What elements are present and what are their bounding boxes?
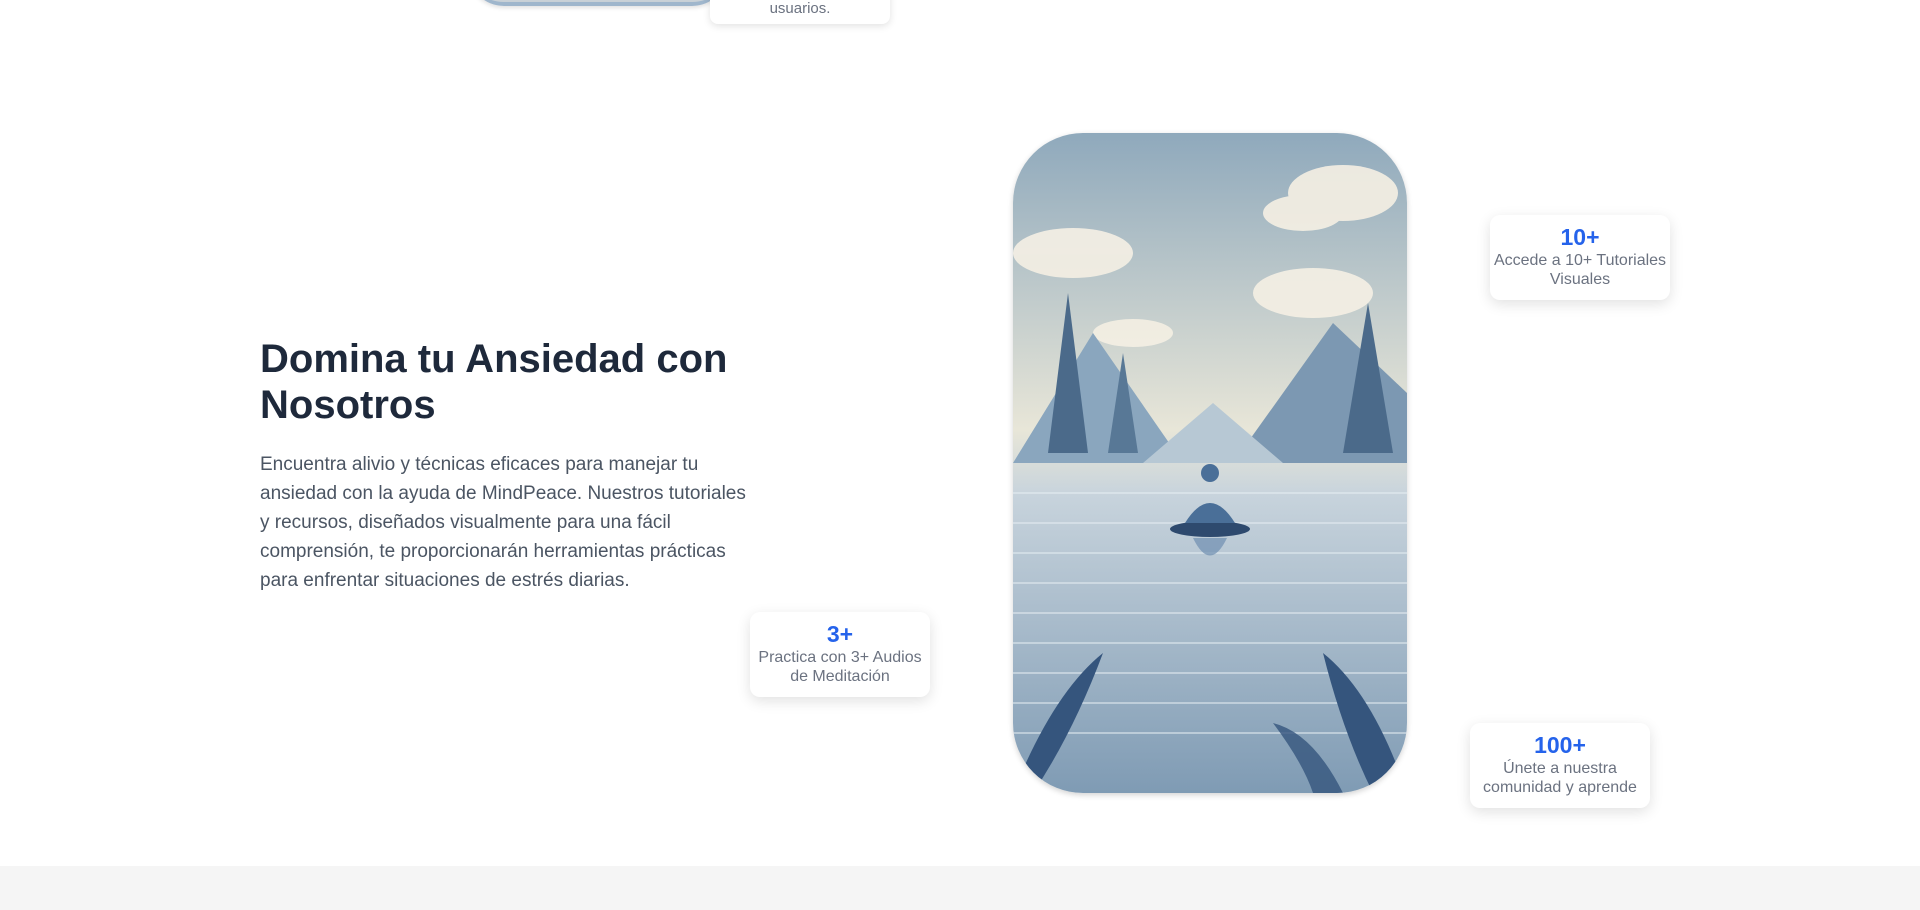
hero-title: Domina tu Ansiedad con Nosotros	[260, 337, 728, 427]
meditation-illustration	[1013, 133, 1407, 793]
stat-value: 100+	[1534, 732, 1586, 758]
previous-section-card-text: usuarios.	[769, 0, 831, 17]
stat-value: 3+	[826, 621, 854, 647]
stat-value: 10+	[1560, 224, 1600, 250]
hero-description: Encuentra alivio y técnicas eficaces par…	[260, 454, 746, 591]
previous-section-stat-card: usuarios.	[710, 0, 890, 24]
stat-card-community: 100+ Únete a nuestra comunidad y aprende	[1470, 723, 1650, 808]
stat-card-meditation-audios: 3+ Practica con 3+ Audios de Meditación	[750, 612, 930, 697]
stat-label: Accede a 10+ Tutoriales Visuales	[1493, 252, 1667, 288]
previous-section-phone-image	[468, 0, 728, 6]
stat-label: Únete a nuestra comunidad y aprende	[1483, 760, 1637, 796]
stat-label: Practica con 3+ Audios de Meditación	[758, 649, 922, 685]
stat-card-visual-tutorials: 10+ Accede a 10+ Tutoriales Visuales	[1490, 215, 1670, 300]
next-section-background	[0, 866, 1920, 910]
